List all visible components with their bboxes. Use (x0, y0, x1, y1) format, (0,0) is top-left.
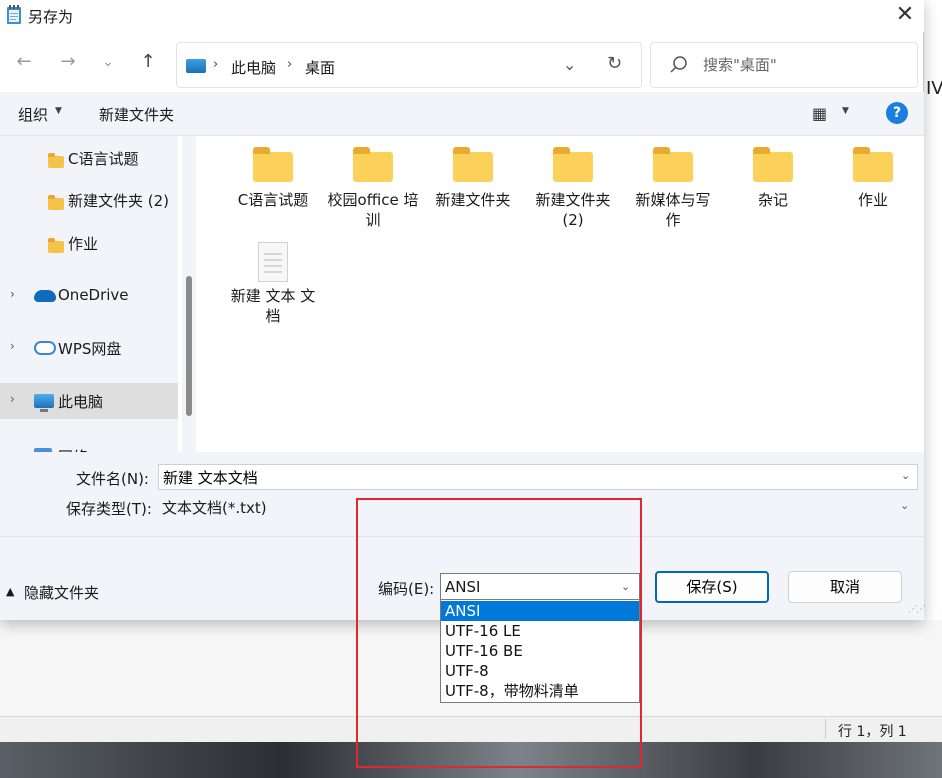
chevron-down-icon[interactable]: ⌄ (563, 55, 583, 74)
folder-icon (653, 147, 693, 182)
status-separator (825, 719, 826, 739)
folder-icon (48, 238, 64, 253)
sidebar-item-label: 作业 (68, 235, 99, 253)
filename-label: 文件名(N): (76, 470, 149, 488)
help-icon[interactable]: ? (886, 102, 908, 124)
notepad-icon (7, 5, 21, 24)
sidebar-item-new-folder-2[interactable]: 新建文件夹 (2) (0, 182, 178, 218)
title-bar[interactable]: 另存为 ✕ (0, 0, 924, 32)
sidebar-item-label: C语言试题 (68, 150, 139, 168)
address-bar[interactable]: › 此电脑 › 桌面 ⌄ ↻ (176, 42, 642, 88)
folder-icon (553, 147, 593, 182)
breadcrumb-desktop[interactable]: 桌面 (305, 57, 335, 78)
resize-grip-icon[interactable]: ⋰⋰ (908, 604, 926, 615)
computer-icon (34, 394, 54, 412)
view-options-icon[interactable]: ▦ (812, 104, 827, 123)
organize-menu[interactable]: 组织 (18, 104, 48, 125)
file-item-new-folder[interactable]: 新建文件夹 (427, 147, 519, 210)
cursor-position: 行 1，列 1 (838, 724, 907, 740)
onedrive-icon (34, 290, 56, 302)
refresh-icon[interactable]: ↻ (607, 53, 629, 74)
chevron-down-icon[interactable]: ⌄ (901, 469, 910, 482)
sidebar-item-label: WPS网盘 (58, 340, 122, 358)
computer-icon (186, 59, 206, 73)
sidebar-item-this-pc[interactable]: › 此电脑 (0, 383, 178, 419)
search-icon (670, 56, 687, 73)
hide-folders-button[interactable]: 隐藏文件夹 (24, 582, 99, 603)
dialog-title: 另存为 (28, 8, 74, 26)
folder-icon (753, 147, 793, 182)
sidebar-item-label: 此电脑 (58, 393, 104, 411)
up-arrow-icon[interactable]: ↑ (136, 50, 160, 74)
forward-arrow-icon[interactable]: → (56, 50, 80, 74)
command-toolbar: 组织 ▼ 新建文件夹 ▦ ▼ ? (0, 92, 924, 136)
new-folder-button[interactable]: 新建文件夹 (99, 104, 174, 125)
file-item-new-media[interactable]: 新媒体与写 作 (627, 147, 719, 230)
filetype-value: 文本文档(*.txt) (162, 499, 267, 517)
chevron-right-icon[interactable]: › (10, 287, 15, 301)
text-document-icon (258, 242, 288, 282)
file-item-homework[interactable]: 作业 (827, 147, 919, 210)
file-item-c-language[interactable]: C语言试题 (227, 147, 319, 210)
chevron-right-icon[interactable]: › (10, 339, 15, 353)
close-button[interactable]: ✕ (886, 2, 924, 30)
sidebar-item-homework[interactable]: 作业 (0, 225, 178, 261)
chevron-down-icon[interactable]: ⌄ (900, 499, 909, 512)
file-label: 作业 (857, 191, 888, 209)
filename-input[interactable] (163, 467, 883, 487)
file-list: C语言试题 校园office 培训 新建文件夹 新建文件夹 (2) 新媒体与写 … (200, 136, 924, 452)
file-label: C语言试题 (237, 191, 309, 209)
file-item-notes[interactable]: 杂记 (727, 147, 819, 210)
notepad-edge-text: IV (926, 78, 942, 99)
caret-down-icon: ▼ (842, 106, 849, 116)
folder-icon (853, 147, 893, 182)
folder-icon (353, 147, 393, 182)
sidebar-scrollbar[interactable] (182, 136, 196, 452)
folder-icon (48, 153, 64, 168)
breadcrumb-this-pc[interactable]: 此电脑 (231, 57, 276, 78)
caret-up-icon: ▲ (6, 585, 15, 598)
file-label: 新建文件夹 (435, 191, 511, 209)
file-label: 新建文件夹 (2) (535, 191, 611, 229)
file-item-campus-office[interactable]: 校园office 培训 (327, 147, 419, 230)
breadcrumb-separator: › (213, 57, 219, 72)
sidebar-item-onedrive[interactable]: › OneDrive (0, 278, 178, 314)
wps-cloud-icon (34, 341, 56, 355)
filetype-label: 保存类型(T): (66, 500, 152, 518)
navigation-pane: C语言试题 新建文件夹 (2) 作业 › OneDrive › WPS网盘 › … (0, 136, 178, 452)
annotation-highlight-box (356, 498, 642, 768)
sidebar-item-network[interactable]: › 网络 (0, 438, 178, 452)
notepad-edge (924, 0, 942, 720)
file-label: 校园office 培训 (327, 191, 419, 229)
back-arrow-icon[interactable]: ← (12, 50, 36, 74)
sidebar-item-c-language[interactable]: C语言试题 (0, 140, 178, 176)
file-label: 杂记 (757, 191, 788, 209)
recent-locations-chevron-icon[interactable]: ⌄ (96, 50, 120, 74)
file-item-new-text-document[interactable]: 新建 文本 文档 (227, 242, 319, 326)
file-label: 新建 文本 文档 (230, 287, 316, 325)
scrollbar-thumb[interactable] (186, 276, 192, 416)
sidebar-item-wps[interactable]: › WPS网盘 (0, 330, 178, 366)
sidebar-item-label: OneDrive (58, 286, 129, 304)
folder-icon (453, 147, 493, 182)
folder-icon (48, 195, 64, 210)
cancel-button[interactable]: 取消 (788, 571, 902, 603)
chevron-right-icon[interactable]: › (10, 392, 15, 406)
search-box[interactable] (650, 42, 918, 88)
breadcrumb-separator: › (287, 57, 293, 72)
file-label: 新媒体与写 作 (635, 191, 711, 229)
caret-down-icon: ▼ (55, 106, 62, 116)
navigation-bar: ← → ⌄ ↑ › 此电脑 › 桌面 ⌄ ↻ (0, 38, 924, 90)
file-item-new-folder-2[interactable]: 新建文件夹 (2) (527, 147, 619, 230)
filename-field[interactable]: ⌄ (158, 464, 918, 490)
folder-icon (253, 147, 293, 182)
save-button[interactable]: 保存(S) (655, 571, 769, 603)
search-input[interactable] (703, 54, 903, 76)
sidebar-item-label: 新建文件夹 (2) (68, 192, 170, 210)
